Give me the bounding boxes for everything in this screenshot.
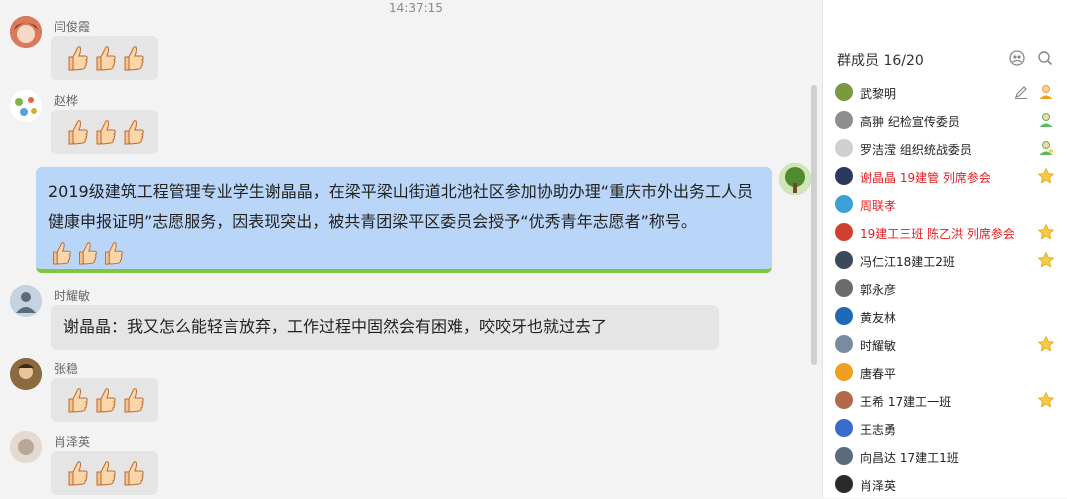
member-name: 王志勇 bbox=[860, 423, 897, 437]
member-avatar bbox=[835, 391, 853, 409]
message-text: 2019级建筑工程管理专业学生谢晶晶，在梁平梁山街道北池社区参加协助办理“重庆市… bbox=[48, 182, 754, 231]
member-row[interactable]: 周联孝 bbox=[835, 195, 1059, 219]
avatar[interactable] bbox=[10, 16, 42, 48]
message-bubble[interactable]: 谢晶晶：我又怎么能轻言放弃，工作过程中固然会有困难，咬咬牙也就过去了 bbox=[51, 305, 719, 350]
highlighted-message-bubble[interactable]: 2019级建筑工程管理专业学生谢晶晶，在梁平梁山街道北池社区参加协助办理“重庆市… bbox=[36, 167, 772, 273]
member-row[interactable]: 冯仁江18建工2班 bbox=[835, 251, 1059, 275]
message-text: 谢晶晶：我又怎么能轻言放弃，工作过程中固然会有困难，咬咬牙也就过去了 bbox=[63, 317, 608, 336]
sender-name: 张稳 bbox=[54, 362, 79, 376]
edit-icon[interactable] bbox=[1013, 84, 1029, 100]
member-name: 高翀 纪检宣传委员 bbox=[860, 115, 960, 129]
chat-area: 14:37:15 闫俊霞 赵桦 2019级建筑工程管理专业学生谢晶晶，在梁平梁山… bbox=[0, 0, 822, 498]
member-row[interactable]: 肖泽英 bbox=[835, 475, 1059, 499]
member-avatar bbox=[835, 251, 853, 269]
member-avatar bbox=[835, 475, 853, 493]
member-avatar bbox=[835, 419, 853, 437]
owner-icon bbox=[1039, 85, 1053, 99]
sender-name: 闫俊霞 bbox=[54, 20, 91, 34]
chat-scrollbar[interactable] bbox=[811, 85, 817, 365]
member-row[interactable]: 王志勇 bbox=[835, 419, 1059, 443]
member-avatar bbox=[835, 195, 853, 213]
member-name: 黄友林 bbox=[860, 311, 897, 325]
avatar[interactable] bbox=[779, 163, 811, 195]
member-avatar bbox=[835, 335, 853, 353]
star-icon bbox=[1037, 251, 1055, 269]
member-name: 向昌达 17建工1班 bbox=[860, 451, 959, 465]
member-avatar bbox=[835, 167, 853, 185]
member-name: 冯仁江18建工2班 bbox=[860, 255, 955, 269]
member-avatar bbox=[835, 447, 853, 465]
avatar[interactable] bbox=[10, 90, 42, 122]
member-name: 19建工三班 陈乙洪 列席参会 bbox=[860, 227, 1015, 241]
star-icon bbox=[1037, 391, 1055, 409]
message-timestamp: 14:37:15 bbox=[389, 1, 443, 15]
member-row[interactable]: 罗洁滢 组织统战委员 bbox=[835, 139, 1059, 163]
star-icon bbox=[1037, 335, 1055, 353]
member-row[interactable]: 向昌达 17建工1班 bbox=[835, 447, 1059, 471]
message-bubble[interactable] bbox=[51, 110, 158, 154]
member-row[interactable]: 武黎明 bbox=[835, 83, 1059, 107]
thumbs-up-icon bbox=[119, 386, 145, 414]
members-icon[interactable] bbox=[1009, 50, 1025, 66]
thumbs-up-icon bbox=[48, 240, 72, 266]
member-row[interactable]: 时耀敏 bbox=[835, 335, 1059, 359]
member-name: 郭永彦 bbox=[860, 283, 897, 297]
member-avatar bbox=[835, 307, 853, 325]
member-name: 肖泽英 bbox=[860, 479, 897, 493]
member-avatar bbox=[835, 223, 853, 241]
member-name: 唐春平 bbox=[860, 367, 897, 381]
member-count-title: 群成员 16/20 bbox=[837, 53, 924, 69]
member-name: 谢晶晶 19建管 列席参会 bbox=[860, 171, 991, 185]
thumbs-up-icon bbox=[63, 386, 89, 414]
avatar[interactable] bbox=[10, 285, 42, 317]
member-name: 武黎明 bbox=[860, 87, 897, 101]
message-bubble[interactable] bbox=[51, 451, 158, 495]
message-bubble[interactable] bbox=[51, 378, 158, 422]
member-row[interactable]: 唐春平 bbox=[835, 363, 1059, 387]
thumbs-up-icon bbox=[119, 459, 145, 487]
thumbs-up-icon bbox=[63, 459, 89, 487]
member-row[interactable]: 谢晶晶 19建管 列席参会 bbox=[835, 167, 1059, 191]
avatar[interactable] bbox=[10, 431, 42, 463]
thumbs-up-icon bbox=[63, 118, 89, 146]
member-row[interactable]: 19建工三班 陈乙洪 列席参会 bbox=[835, 223, 1059, 247]
thumbs-up-icon bbox=[91, 386, 117, 414]
member-row[interactable]: 王希 17建工一班 bbox=[835, 391, 1059, 415]
thumbs-up-icon bbox=[91, 459, 117, 487]
member-name: 罗洁滢 组织统战委员 bbox=[860, 143, 972, 157]
member-avatar bbox=[835, 363, 853, 381]
avatar[interactable] bbox=[10, 358, 42, 390]
member-name: 时耀敏 bbox=[860, 339, 897, 353]
member-avatar bbox=[835, 111, 853, 129]
member-avatar bbox=[835, 279, 853, 297]
member-name: 王希 17建工一班 bbox=[860, 395, 952, 409]
member-avatar bbox=[835, 83, 853, 101]
message-bubble[interactable] bbox=[51, 36, 158, 80]
thumbs-up-icon bbox=[91, 118, 117, 146]
admin-icon bbox=[1039, 141, 1054, 155]
member-row[interactable]: 郭永彦 bbox=[835, 279, 1059, 303]
thumbs-up-icon bbox=[100, 240, 124, 266]
star-icon bbox=[1037, 223, 1055, 241]
admin-icon bbox=[1039, 113, 1053, 127]
member-row[interactable]: 高翀 纪检宣传委员 bbox=[835, 111, 1059, 135]
sender-name: 时耀敏 bbox=[54, 289, 91, 303]
thumbs-up-icon bbox=[74, 240, 98, 266]
thumbs-up-icon bbox=[119, 118, 145, 146]
sender-name: 肖泽英 bbox=[54, 435, 91, 449]
member-panel: 群成员 16/20 武黎明高翀 纪检宣传委员 罗洁滢 组织统战委员谢晶晶 19建管… bbox=[823, 0, 1067, 498]
thumbs-up-icon bbox=[119, 44, 145, 72]
member-name: 周联孝 bbox=[860, 199, 897, 213]
member-avatar bbox=[835, 139, 853, 157]
search-icon[interactable] bbox=[1037, 50, 1053, 66]
member-row[interactable]: 黄友林 bbox=[835, 307, 1059, 331]
sender-name: 赵桦 bbox=[54, 94, 79, 108]
thumbs-up-icon bbox=[91, 44, 117, 72]
thumbs-up-icon bbox=[63, 44, 89, 72]
star-icon bbox=[1037, 167, 1055, 185]
